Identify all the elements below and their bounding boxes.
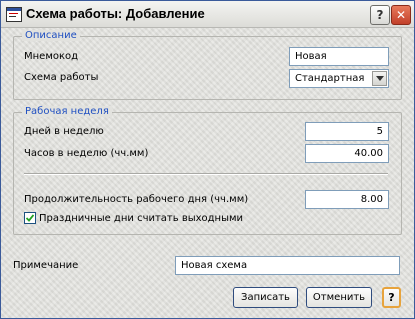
- day-length-label: Продолжительность рабочего дня (чч.мм): [24, 194, 249, 205]
- mnemocode-label: Мнемокод: [24, 51, 79, 62]
- holidays-checkbox[interactable]: [24, 212, 36, 224]
- days-label: Дней в неделю: [24, 126, 104, 137]
- note-label: Примечание: [13, 260, 79, 271]
- title-bar[interactable]: Схема работы: Добавление ? ✕: [1, 1, 414, 28]
- description-legend: Описание: [22, 30, 80, 41]
- description-group: Описание: [13, 30, 402, 100]
- checkmark-icon: [26, 214, 34, 222]
- work-week-legend: Рабочая неделя: [22, 106, 112, 117]
- titlebar-help-button[interactable]: ?: [370, 5, 390, 25]
- days-field[interactable]: 5: [305, 122, 389, 141]
- day-length-field[interactable]: 8.00: [305, 190, 389, 209]
- help-icon: ?: [376, 8, 384, 22]
- note-field[interactable]: Новая схема: [175, 256, 400, 275]
- titlebar-close-button[interactable]: ✕: [391, 5, 411, 25]
- app-window-icon: [6, 7, 22, 22]
- schema-label: Схема работы: [24, 72, 99, 83]
- hours-field[interactable]: 40.00: [305, 144, 389, 163]
- schema-select[interactable]: Стандартная: [289, 69, 389, 88]
- save-button[interactable]: Записать: [233, 287, 298, 308]
- close-icon: ✕: [395, 8, 407, 22]
- window-title: Схема работы: Добавление: [26, 6, 205, 21]
- help-button[interactable]: ?: [382, 287, 401, 308]
- divider: [24, 173, 388, 175]
- cancel-button[interactable]: Отменить: [306, 287, 372, 308]
- hours-label: Часов в неделю (чч.мм): [24, 148, 149, 159]
- mnemocode-field[interactable]: Новая: [289, 47, 389, 66]
- holidays-label[interactable]: Праздничные дни считать выходными: [39, 213, 243, 224]
- dialog-window: Схема работы: Добавление ? ✕ Описание Мн…: [0, 0, 415, 319]
- chevron-down-icon[interactable]: [372, 71, 387, 86]
- schema-select-value: Стандартная: [295, 73, 365, 84]
